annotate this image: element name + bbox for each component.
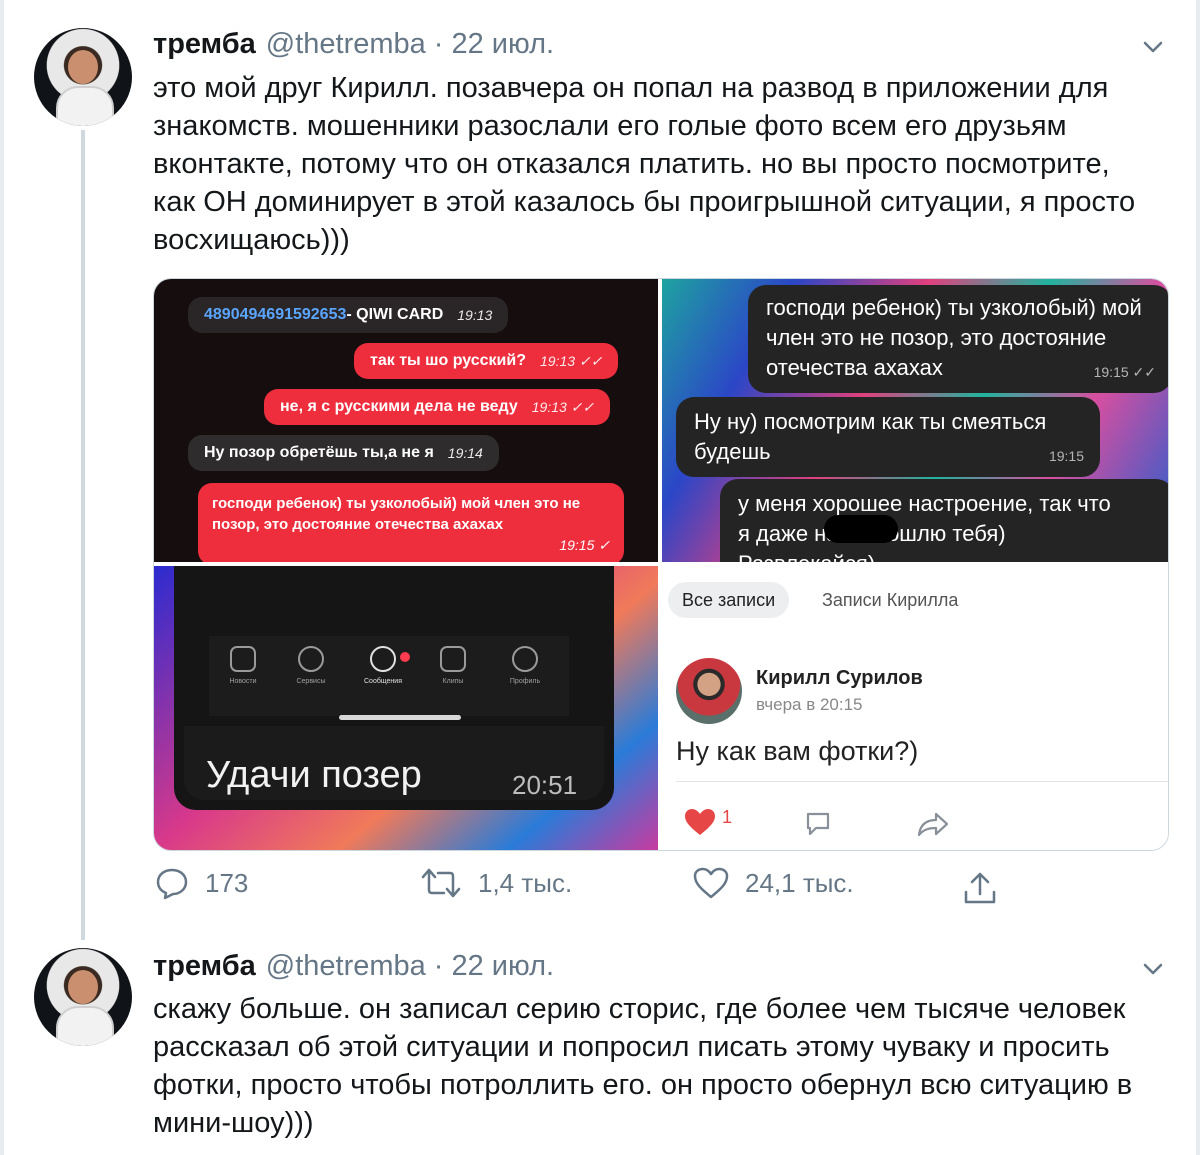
media-chat-screenshot-2[interactable]: господи ребенок) ты узколобый) мой член … bbox=[662, 279, 1168, 562]
reply-count: 173 bbox=[205, 867, 249, 898]
media-chat-screenshot-1[interactable]: 4890494691592653 - QIWI CARD 19:13 так т… bbox=[154, 279, 658, 562]
vk-author-name: Кирилл Сурилов bbox=[756, 667, 923, 689]
message-text: Ну ну) посмотрим как ты смеяться будешь bbox=[694, 409, 1047, 464]
redaction-blot bbox=[824, 515, 898, 543]
heart-icon bbox=[685, 809, 715, 835]
vk-post-text: Ну как вам фотки?) bbox=[676, 736, 919, 766]
message-text: так ты шо русский? bbox=[370, 352, 526, 369]
chat-message-outgoing: господи ребенок) ты узколобый) мой член … bbox=[748, 285, 1168, 393]
message-time: 19:13 ✓✓ bbox=[540, 352, 603, 369]
qiwi-card-message: 4890494691592653 - QIWI CARD 19:13 bbox=[188, 297, 509, 333]
vk-divider bbox=[676, 781, 1168, 782]
message-text: Удачи позер bbox=[206, 754, 422, 796]
chat-message-incoming: Ну ну) посмотрим как ты смеяться будешь … bbox=[676, 397, 1100, 477]
phone-tab-bar: Новости Сервисы Сообщения Клипы Профиль bbox=[209, 636, 569, 716]
vk-post-time: вчера в 20:15 bbox=[756, 695, 863, 714]
tweet-header: тремба @thetremba · 22 июл. bbox=[153, 950, 554, 983]
message-time: 20:51 bbox=[512, 770, 578, 800]
vk-like-count: 1 bbox=[722, 807, 733, 827]
tweet-header: тремба @thetremba · 22 июл. bbox=[153, 28, 554, 61]
notification-dot bbox=[400, 652, 410, 662]
message-time: 19:15 ✓✓ bbox=[1093, 364, 1156, 380]
nav-label: Сообщения bbox=[364, 678, 402, 685]
like-button[interactable]: 24,1 тыс. bbox=[693, 866, 854, 900]
author-name[interactable]: тремба bbox=[153, 950, 256, 983]
message-text: господи ребенок) ты узколобый) мой член … bbox=[212, 495, 581, 533]
services-icon bbox=[298, 646, 324, 672]
clips-icon bbox=[440, 646, 466, 672]
phone-home-indicator bbox=[339, 715, 461, 720]
news-icon bbox=[230, 646, 256, 672]
comment-icon bbox=[806, 812, 830, 836]
chat-message-outgoing: так ты шо русский? 19:13 ✓✓ bbox=[354, 343, 619, 379]
avatar-face bbox=[68, 50, 98, 84]
nav-item-services: Сервисы bbox=[281, 646, 341, 685]
nav-item-profile: Профиль bbox=[495, 646, 555, 685]
page-border-right bbox=[1196, 0, 1200, 1155]
author-name[interactable]: тремба bbox=[153, 28, 256, 61]
share-icon bbox=[917, 812, 949, 837]
chat-message-incoming: Ну позор обретёшь ты,а не я 19:14 bbox=[188, 435, 499, 471]
tab-user-posts: Записи Кирилла bbox=[822, 589, 959, 610]
message-text-line: Развлекайся) bbox=[738, 549, 1156, 562]
chat-message-outgoing: не, я с русскими дела не веду 19:13 ✓✓ bbox=[264, 389, 611, 425]
message-time: 19:14 bbox=[447, 445, 483, 461]
profile-icon bbox=[512, 646, 538, 672]
tweet-media-grid[interactable]: 4890494691592653 - QIWI CARD 19:13 так т… bbox=[153, 278, 1169, 851]
retweet-icon bbox=[421, 868, 461, 898]
tweet-text: скажу больше. он записал серию сторис, г… bbox=[153, 993, 1133, 1139]
media-chat-screenshot-3[interactable]: Новости Сервисы Сообщения Клипы Профиль … bbox=[154, 566, 658, 850]
like-heart-icon bbox=[693, 867, 729, 899]
message-text-line: у меня хорошее настроение, так что bbox=[738, 491, 1111, 516]
avatar-spacesuit bbox=[56, 86, 114, 126]
author-handle[interactable]: @thetremba bbox=[266, 950, 426, 983]
message-time: 19:13 ✓✓ bbox=[531, 398, 595, 415]
page-border-left bbox=[0, 0, 4, 1155]
qiwi-card-number: 4890494691592653 bbox=[204, 306, 347, 323]
message-text-line: я даже на не пошлю тебя) bbox=[738, 521, 1006, 546]
author-avatar[interactable] bbox=[34, 948, 132, 1046]
message-text: господи ребенок) ты узколобый) мой член … bbox=[766, 295, 1142, 380]
avatar-spacesuit bbox=[56, 1006, 114, 1046]
nav-label: Профиль bbox=[509, 678, 541, 685]
tweet-date[interactable]: 22 июл. bbox=[451, 950, 554, 983]
author-avatar[interactable] bbox=[34, 28, 132, 126]
nav-item-clips: Клипы bbox=[423, 646, 483, 685]
chat-message-outgoing: у меня хорошее настроение, так что я даж… bbox=[720, 479, 1168, 562]
chevron-down-icon[interactable] bbox=[1142, 958, 1164, 980]
message-text: Ну позор обретёшь ты,а не я bbox=[204, 444, 434, 461]
nav-label: Сервисы bbox=[296, 678, 326, 685]
message-time: 19:13 bbox=[457, 307, 493, 323]
reply-button[interactable]: 173 bbox=[155, 866, 248, 900]
message-time: 19:15 ✓ bbox=[559, 537, 610, 553]
retweet-count: 1,4 тыс. bbox=[478, 867, 573, 898]
message-time: 19:15 bbox=[1048, 448, 1084, 464]
nav-label: Новости bbox=[229, 678, 257, 685]
author-handle[interactable]: @thetremba bbox=[266, 28, 426, 61]
retweet-button[interactable]: 1,4 тыс. bbox=[420, 866, 572, 900]
header-separator: · bbox=[433, 950, 444, 982]
message-text: не, я с русскими дела не веду bbox=[280, 398, 518, 415]
like-count: 24,1 тыс. bbox=[745, 867, 854, 898]
tweet-text: это мой друг Кирилл. позавчера он попал … bbox=[153, 72, 1136, 256]
reply-icon bbox=[156, 868, 188, 900]
chat-message-outgoing: господи ребенок) ты узколобый) мой член … bbox=[198, 483, 624, 562]
thread-connector-line bbox=[81, 130, 85, 940]
avatar-face bbox=[68, 970, 98, 1004]
header-separator: · bbox=[433, 28, 444, 60]
tab-all-posts: Все записи bbox=[668, 582, 790, 618]
chevron-down-icon[interactable] bbox=[1142, 36, 1164, 58]
media-vk-post-screenshot[interactable]: Все записи Записи Кирилла Кирилл Сурилов… bbox=[662, 566, 1168, 850]
nav-label: Клипы bbox=[442, 678, 464, 685]
qiwi-card-label: - QIWI CARD bbox=[346, 306, 444, 323]
tweet-date[interactable]: 22 июл. bbox=[451, 28, 554, 61]
nav-item-news: Новости bbox=[213, 646, 273, 685]
messages-icon bbox=[370, 646, 396, 672]
share-icon[interactable] bbox=[963, 870, 997, 906]
vk-author-avatar bbox=[676, 658, 742, 724]
